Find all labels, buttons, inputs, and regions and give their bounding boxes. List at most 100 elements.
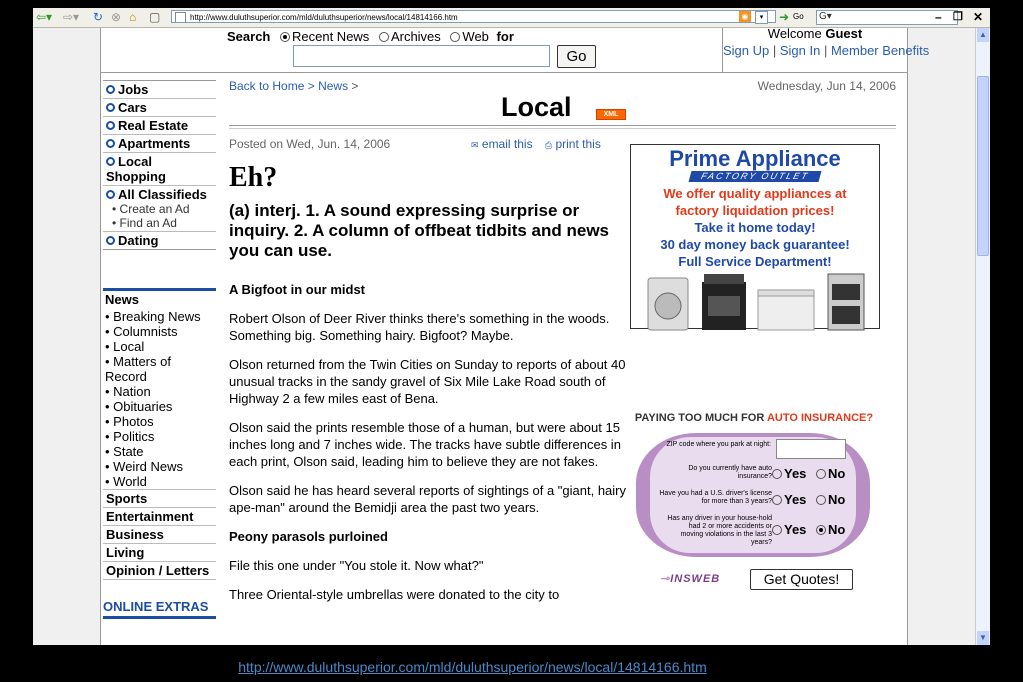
scroll-down-icon[interactable]: ▼ [977, 631, 989, 645]
get-quotes-button[interactable]: Get Quotes! [750, 569, 853, 590]
nav-real-estate[interactable]: Real Estate [103, 117, 216, 135]
breadcrumb-home[interactable]: Back to Home > [229, 79, 315, 93]
nav-opinion-letters[interactable]: Opinion / Letters [103, 561, 216, 580]
account-links: Sign Up | Sign In | Member Benefits [723, 43, 930, 58]
zip-label: ZIP code where you park at night: [666, 441, 771, 448]
q3-no-radio[interactable]: No [816, 522, 845, 537]
article-body: A Bigfoot in our midst Robert Olson of D… [229, 281, 627, 615]
sign-in-link[interactable]: Sign In [780, 43, 820, 58]
stop-icon[interactable]: ⊗ [111, 10, 121, 24]
search-input[interactable] [293, 45, 550, 67]
posted-date: Posted on Wed, Jun. 14, 2006 [229, 137, 391, 151]
nav-news[interactable]: News [103, 291, 216, 309]
nav-living[interactable]: Living [103, 543, 216, 561]
appliance-ad[interactable]: Prime Appliance FACTORY OUTLET We offer … [630, 144, 880, 331]
nav-create-ad[interactable]: • Create an Ad [106, 202, 213, 216]
freezer-icon [757, 289, 815, 331]
news-subnav: • Breaking News • Columnists • Local • M… [103, 309, 216, 489]
member-benefits-link[interactable]: Member Benefits [831, 43, 929, 58]
nav-obituaries[interactable]: • Obituaries [105, 399, 216, 414]
sign-up-link[interactable]: Sign Up [723, 43, 769, 58]
go-button[interactable]: Go [557, 45, 596, 68]
nav-business[interactable]: Business [103, 525, 216, 543]
nav-cars[interactable]: Cars [103, 99, 216, 117]
q2-yes-radio[interactable]: Yes [772, 492, 806, 507]
forward-icon[interactable]: ⇨▾ [63, 10, 79, 24]
nav-politics[interactable]: • Politics [105, 429, 216, 444]
address-dropdown-icon[interactable]: ▾ [755, 11, 768, 24]
answer-3: Yes No [772, 522, 845, 537]
q3-yes-radio[interactable]: Yes [772, 522, 806, 537]
xml-badge[interactable]: XML [596, 109, 626, 120]
caption-url[interactable]: http://www.duluthsuperior.com/mld/duluth… [0, 659, 945, 675]
article-tools: ✉ email this ⎙ print this [471, 137, 601, 151]
nav-photos[interactable]: • Photos [105, 414, 216, 429]
restore-icon[interactable]: ❐ [953, 10, 963, 24]
radio-recent-news[interactable]: Recent News [280, 29, 369, 44]
question-1: Do you currently have auto insurance? [688, 465, 772, 480]
close-icon[interactable]: ✕ [973, 10, 983, 24]
insurance-title: PAYING TOO MUCH FOR AUTO INSURANCE? [634, 412, 874, 424]
go-label[interactable]: Go [793, 10, 804, 24]
insweb-logo: ⊸INSWEB [660, 573, 721, 585]
home-icon[interactable]: ⌂ [129, 10, 136, 24]
print-this-link[interactable]: ⎙ print this [545, 137, 601, 151]
insurance-form: ZIP code where you park at night: Do you… [636, 433, 870, 557]
online-extras[interactable]: ONLINE EXTRAS [103, 599, 216, 619]
nav-world[interactable]: • World [105, 474, 216, 489]
rss-icon[interactable]: ◉ [739, 11, 751, 22]
search-options: Search Recent News Archives Web for [227, 29, 514, 44]
title-rule [229, 125, 896, 126]
nav-jobs[interactable]: Jobs [103, 81, 216, 99]
insurance-ad[interactable]: PAYING TOO MUCH FOR AUTO INSURANCE? ZIP … [630, 412, 878, 602]
stove-icon [702, 274, 746, 330]
breadcrumb-news[interactable]: News [318, 79, 348, 93]
ad-lines: We offer quality appliances at factory l… [660, 186, 850, 269]
header-divider [101, 72, 907, 73]
answer-2: Yes No [772, 492, 845, 507]
nav-matters-of-record[interactable]: • Matters of Record [105, 354, 216, 384]
nav-breaking-news[interactable]: • Breaking News [105, 309, 216, 324]
q1-yes-radio[interactable]: Yes [772, 466, 806, 481]
nav-apartments[interactable]: Apartments [103, 135, 216, 153]
subhead-bigfoot: A Bigfoot in our midst [229, 282, 365, 297]
browser-toolbar: ⇦▾ ⇨▾ ↻ ⊗ ⌂ ▢ http://www.duluthsuperior.… [33, 8, 990, 28]
nav-nation[interactable]: • Nation [105, 384, 216, 399]
scroll-thumb[interactable] [977, 76, 989, 256]
refresh-icon[interactable]: ↻ [93, 10, 103, 24]
nav-weird-news[interactable]: • Weird News [105, 459, 216, 474]
scroll-up-icon[interactable]: ▲ [977, 28, 989, 42]
answer-1: Yes No [772, 466, 845, 481]
minimize-icon[interactable]: – [935, 10, 942, 24]
breadcrumb: Back to Home > News > [229, 79, 359, 93]
ad-brand: Prime Appliance [669, 146, 841, 171]
nav-state[interactable]: • State [105, 444, 216, 459]
nav-find-ad[interactable]: • Find an Ad [106, 216, 213, 230]
username: Guest [825, 28, 863, 41]
nav-local[interactable]: • Local [105, 339, 216, 354]
address-url: http://www.duluthsuperior.com/mld/duluth… [190, 13, 458, 22]
email-icon: ✉ [471, 140, 479, 150]
radio-archives[interactable]: Archives [378, 29, 441, 44]
nav-sports[interactable]: Sports [103, 489, 216, 507]
radio-web[interactable]: Web [450, 29, 489, 44]
nav-all-classifieds[interactable]: All Classifieds • Create an Ad • Find an… [103, 186, 216, 232]
back-icon[interactable]: ⇦▾ [36, 10, 52, 24]
deck: (a) interj. 1. A sound expressing surpri… [229, 201, 609, 260]
oven-icon [827, 273, 865, 331]
appliances-image [647, 273, 865, 331]
vertical-scrollbar[interactable]: ▲ ▼ [975, 28, 990, 645]
zip-input[interactable] [776, 439, 846, 459]
q2-no-radio[interactable]: No [816, 492, 845, 507]
nav-local-shopping[interactable]: Local Shopping [103, 153, 216, 186]
go-arrow-icon[interactable]: ➜ [779, 10, 789, 24]
washer-icon [647, 277, 689, 331]
nav-dating[interactable]: Dating [103, 232, 216, 249]
email-this-link[interactable]: ✉ email this [471, 137, 533, 151]
question-2: Have you had a U.S. driver's license for… [659, 490, 772, 505]
nav-columnists[interactable]: • Columnists [105, 324, 216, 339]
q1-no-radio[interactable]: No [816, 466, 845, 481]
browser-viewport: Search Recent News Archives Web for Go W… [33, 28, 990, 645]
address-bar[interactable]: http://www.duluthsuperior.com/mld/duluth… [171, 10, 776, 23]
nav-entertainment[interactable]: Entertainment [103, 507, 216, 525]
